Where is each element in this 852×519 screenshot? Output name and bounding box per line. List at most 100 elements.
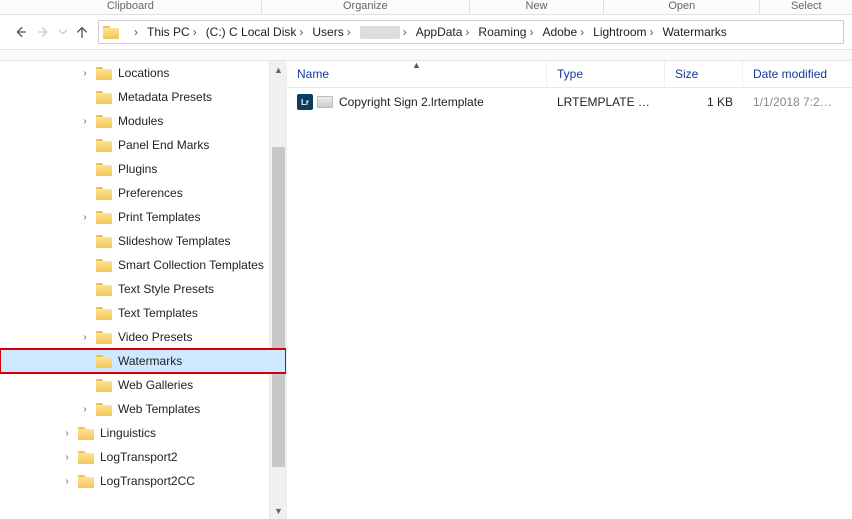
up-button[interactable] bbox=[70, 20, 94, 44]
tree-item-label: Modules bbox=[118, 114, 163, 128]
folder-icon bbox=[96, 307, 112, 320]
expand-icon[interactable]: › bbox=[60, 452, 74, 463]
ribbon-clipboard[interactable]: Clipboard bbox=[0, 0, 261, 14]
expand-icon[interactable]: › bbox=[78, 212, 92, 223]
chevron-right-icon: › bbox=[347, 25, 351, 39]
tree-item-label: Preferences bbox=[118, 186, 183, 200]
column-name[interactable]: ▲ Name bbox=[287, 61, 547, 87]
expand-icon[interactable]: › bbox=[78, 404, 92, 415]
tree-item-watermarks[interactable]: Watermarks bbox=[0, 349, 286, 373]
folder-icon bbox=[96, 115, 112, 128]
tree-item-plugins[interactable]: Plugins bbox=[0, 157, 286, 181]
scroll-thumb[interactable] bbox=[272, 147, 285, 467]
ribbon-organize[interactable]: Organize bbox=[262, 0, 469, 14]
tree-item-slideshow-templates[interactable]: Slideshow Templates bbox=[0, 229, 286, 253]
folder-icon bbox=[96, 163, 112, 176]
folder-icon bbox=[96, 235, 112, 248]
forward-button[interactable] bbox=[32, 20, 56, 44]
chevron-right-icon: › bbox=[650, 25, 654, 39]
tree-item-label: Panel End Marks bbox=[118, 138, 209, 152]
column-type[interactable]: Type bbox=[547, 61, 665, 87]
breadcrumb-1[interactable]: (C:) C Local Disk› bbox=[200, 21, 307, 43]
folder-icon bbox=[96, 379, 112, 392]
tree-item-label: Plugins bbox=[118, 162, 157, 176]
tree-item-video-presets[interactable]: › Video Presets bbox=[0, 325, 286, 349]
breadcrumb-0[interactable]: This PC› bbox=[141, 21, 200, 43]
scroll-up-button[interactable]: ▲ bbox=[270, 61, 287, 78]
breadcrumb-label: Watermarks bbox=[663, 25, 727, 39]
ribbon-select[interactable]: Select bbox=[760, 0, 852, 14]
tree-item-text-style-presets[interactable]: Text Style Presets bbox=[0, 277, 286, 301]
tree-item-label: Video Presets bbox=[118, 330, 193, 344]
address-bar[interactable]: › This PC›(C:) C Local Disk›Users›User›A… bbox=[98, 20, 844, 44]
breadcrumb-8[interactable]: Watermarks bbox=[657, 21, 730, 43]
address-root-chevron[interactable]: › bbox=[125, 21, 141, 43]
breadcrumb-2[interactable]: Users › bbox=[306, 21, 353, 43]
ribbon-open[interactable]: Open bbox=[604, 0, 759, 14]
template-file-icon bbox=[317, 96, 333, 108]
tree-item-label: Web Galleries bbox=[118, 378, 193, 392]
tree-item-linguistics[interactable]: ›Linguistics bbox=[0, 421, 286, 445]
tree-item-label: Metadata Presets bbox=[118, 90, 212, 104]
folder-icon bbox=[96, 355, 112, 368]
main-area: › Locations Metadata Presets › Modules Panel … bbox=[0, 61, 852, 519]
breadcrumb-3[interactable]: User› bbox=[354, 21, 410, 43]
scroll-down-button[interactable]: ▼ bbox=[270, 502, 287, 519]
column-name-label: Name bbox=[297, 67, 329, 81]
app-file-icon: Lr bbox=[297, 94, 313, 110]
tree-item-label: Slideshow Templates bbox=[118, 234, 231, 248]
tree-item-web-galleries[interactable]: Web Galleries bbox=[0, 373, 286, 397]
ribbon-new[interactable]: New bbox=[470, 0, 603, 14]
chevron-right-icon: › bbox=[580, 25, 584, 39]
breadcrumb-label: Lightroom bbox=[593, 25, 646, 39]
expand-icon[interactable]: › bbox=[78, 116, 92, 127]
expand-icon[interactable]: › bbox=[78, 68, 92, 79]
tree-item-smart-collection-templates[interactable]: Smart Collection Templates bbox=[0, 253, 286, 277]
column-date-label: Date modified bbox=[753, 67, 827, 81]
breadcrumb-label: Users bbox=[312, 25, 343, 39]
expand-icon[interactable]: › bbox=[60, 428, 74, 439]
tree-item-preferences[interactable]: Preferences bbox=[0, 181, 286, 205]
expand-icon[interactable]: › bbox=[78, 332, 92, 343]
file-size: 1 KB bbox=[665, 95, 743, 109]
tree-item-text-templates[interactable]: Text Templates bbox=[0, 301, 286, 325]
tree-item-label: Locations bbox=[118, 66, 169, 80]
tree-item-label: Web Templates bbox=[118, 402, 200, 416]
tree-item-label: LogTransport2 bbox=[100, 450, 178, 464]
folder-icon bbox=[96, 283, 112, 296]
breadcrumb-7[interactable]: Lightroom › bbox=[587, 21, 656, 43]
tree-item-modules[interactable]: › Modules bbox=[0, 109, 286, 133]
tree-item-logtransport2[interactable]: › LogTransport2 bbox=[0, 445, 286, 469]
tree-scrollbar[interactable]: ▲ ▼ bbox=[269, 61, 286, 519]
breadcrumb-4[interactable]: AppData› bbox=[410, 21, 473, 43]
breadcrumb-5[interactable]: Roaming› bbox=[472, 21, 536, 43]
back-button[interactable] bbox=[8, 20, 32, 44]
recent-dropdown[interactable] bbox=[56, 20, 70, 44]
tree-item-label: Text Style Presets bbox=[118, 282, 214, 296]
file-list: ▲ Name Type Size Date modified Lr Copyrig… bbox=[286, 61, 852, 519]
expand-icon[interactable]: › bbox=[60, 476, 74, 487]
folder-icon bbox=[78, 475, 94, 488]
tree-item-logtransport2cc[interactable]: ›LogTransport2CC bbox=[0, 469, 286, 493]
toolbar-strip bbox=[0, 49, 852, 61]
tree-item-label: Smart Collection Templates bbox=[118, 258, 264, 272]
column-date[interactable]: Date modified bbox=[743, 61, 847, 87]
breadcrumb-6[interactable]: Adobe› bbox=[536, 21, 587, 43]
tree-item-web-templates[interactable]: › Web Templates bbox=[0, 397, 286, 421]
chevron-right-icon: › bbox=[299, 25, 303, 39]
breadcrumb-label: AppData bbox=[416, 25, 463, 39]
file-row[interactable]: LrCopyright Sign 2.lrtemplateLRTEMPLATE … bbox=[287, 88, 852, 116]
breadcrumb-label: (C:) C Local Disk bbox=[206, 25, 297, 39]
tree-item-panel-end-marks[interactable]: Panel End Marks bbox=[0, 133, 286, 157]
folder-tree[interactable]: › Locations Metadata Presets › Modules Panel … bbox=[0, 61, 286, 519]
chevron-right-icon: › bbox=[403, 25, 407, 39]
chevron-right-icon: › bbox=[465, 25, 469, 39]
column-size[interactable]: Size bbox=[665, 61, 743, 87]
tree-item-print-templates[interactable]: ›Print Templates bbox=[0, 205, 286, 229]
address-folder-icon[interactable] bbox=[103, 21, 125, 43]
file-name: Copyright Sign 2.lrtemplate bbox=[339, 95, 484, 109]
breadcrumb-label: Roaming bbox=[478, 25, 526, 39]
chevron-right-icon: › bbox=[529, 25, 533, 39]
tree-item-locations[interactable]: › Locations bbox=[0, 61, 286, 85]
tree-item-metadata-presets[interactable]: Metadata Presets bbox=[0, 85, 286, 109]
